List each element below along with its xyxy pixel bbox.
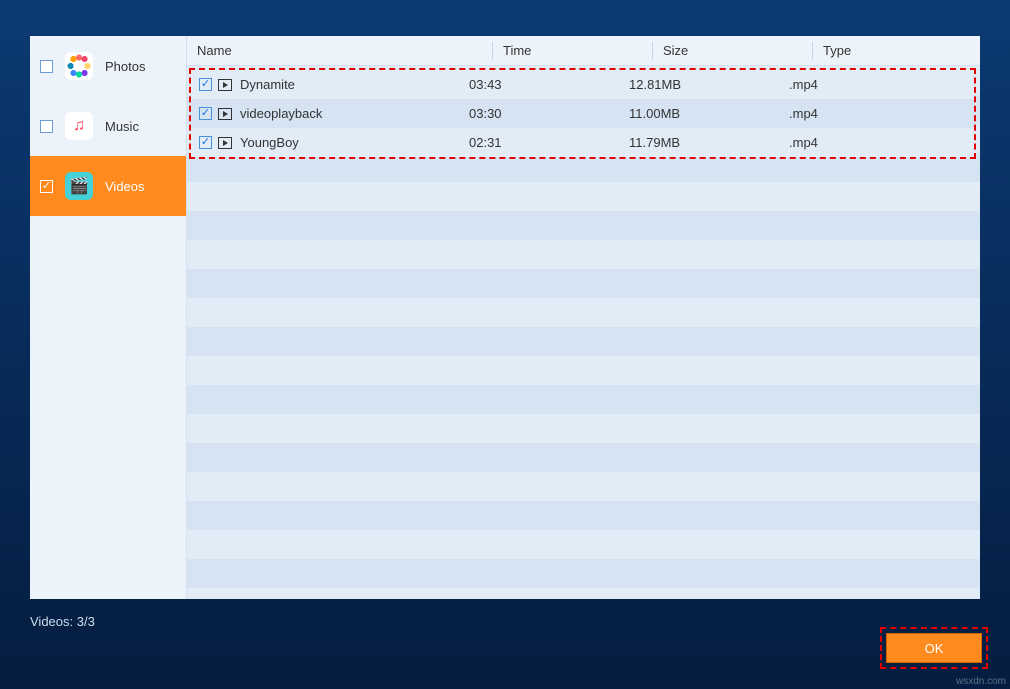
ok-button[interactable]: OK: [886, 633, 982, 663]
checkbox-icon[interactable]: [40, 180, 53, 193]
video-icon: [218, 137, 232, 149]
video-icon: [218, 79, 232, 91]
checkbox-icon[interactable]: [199, 136, 212, 149]
cell-name: YoungBoy: [240, 135, 299, 150]
cell-type: .mp4: [779, 106, 974, 121]
checkbox-icon[interactable]: [199, 78, 212, 91]
col-header-size[interactable]: Size: [652, 42, 812, 60]
checkbox-icon[interactable]: [40, 120, 53, 133]
cell-type: .mp4: [779, 135, 974, 150]
main-panel: Photos ♫ Music 🎬 Videos Name Time Size T…: [30, 36, 980, 599]
status-text: Videos: 3/3: [30, 614, 95, 629]
cell-size: 11.79MB: [619, 135, 779, 150]
table-row[interactable]: Dynamite 03:43 12.81MB .mp4: [191, 70, 974, 99]
sidebar-item-music[interactable]: ♫ Music: [30, 96, 186, 156]
watermark: wsxdn.com: [956, 676, 1006, 687]
sidebar-item-label: Photos: [105, 59, 145, 74]
table-row[interactable]: videoplayback 03:30 11.00MB .mp4: [191, 99, 974, 128]
highlight-annotation: Dynamite 03:43 12.81MB .mp4 videoplaybac…: [189, 68, 976, 159]
sidebar-item-photos[interactable]: Photos: [30, 36, 186, 96]
cell-size: 12.81MB: [619, 77, 779, 92]
col-header-time[interactable]: Time: [492, 42, 652, 60]
cell-time: 03:30: [459, 106, 619, 121]
cell-time: 03:43: [459, 77, 619, 92]
sidebar-item-label: Music: [105, 119, 139, 134]
sidebar-item-videos[interactable]: 🎬 Videos: [30, 156, 186, 216]
col-header-name[interactable]: Name: [197, 43, 492, 58]
table-header: Name Time Size Type: [187, 36, 980, 66]
cell-type: .mp4: [779, 77, 974, 92]
cell-size: 11.00MB: [619, 106, 779, 121]
checkbox-icon[interactable]: [40, 60, 53, 73]
checkbox-icon[interactable]: [199, 107, 212, 120]
cell-time: 02:31: [459, 135, 619, 150]
videos-icon: 🎬: [65, 172, 93, 200]
highlight-annotation: OK: [880, 627, 988, 669]
col-header-type[interactable]: Type: [812, 42, 980, 60]
cell-name: Dynamite: [240, 77, 295, 92]
table-body[interactable]: Dynamite 03:43 12.81MB .mp4 videoplaybac…: [187, 66, 980, 599]
content-area: Name Time Size Type Dynamite 03:43 12.81…: [186, 36, 980, 599]
music-icon: ♫: [65, 112, 93, 140]
photos-icon: [65, 52, 93, 80]
video-icon: [218, 108, 232, 120]
sidebar-item-label: Videos: [105, 179, 145, 194]
cell-name: videoplayback: [240, 106, 322, 121]
sidebar: Photos ♫ Music 🎬 Videos: [30, 36, 186, 599]
table-row[interactable]: YoungBoy 02:31 11.79MB .mp4: [191, 128, 974, 157]
